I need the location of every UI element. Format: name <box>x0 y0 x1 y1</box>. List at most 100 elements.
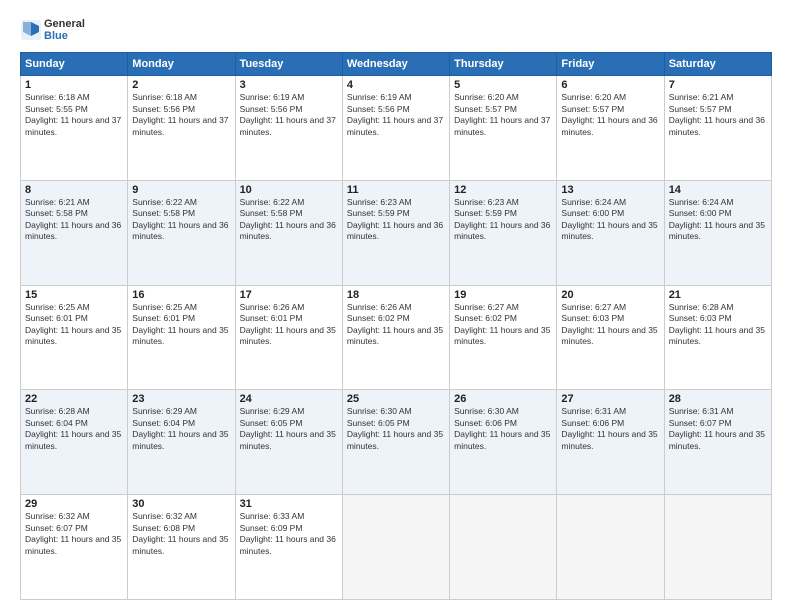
col-header-saturday: Saturday <box>664 53 771 76</box>
calendar-cell: 13Sunrise: 6:24 AMSunset: 6:00 PMDayligh… <box>557 180 664 285</box>
day-info: Sunrise: 6:32 AMSunset: 6:07 PMDaylight:… <box>25 511 123 557</box>
calendar-cell: 1Sunrise: 6:18 AMSunset: 5:55 PMDaylight… <box>21 76 128 181</box>
logo: General Blue <box>20 18 85 42</box>
calendar-table: SundayMondayTuesdayWednesdayThursdayFrid… <box>20 52 772 600</box>
calendar-cell: 21Sunrise: 6:28 AMSunset: 6:03 PMDayligh… <box>664 285 771 390</box>
day-number: 26 <box>454 393 552 405</box>
day-info: Sunrise: 6:26 AMSunset: 6:02 PMDaylight:… <box>347 302 445 348</box>
calendar-cell: 22Sunrise: 6:28 AMSunset: 6:04 PMDayligh… <box>21 390 128 495</box>
calendar-cell: 11Sunrise: 6:23 AMSunset: 5:59 PMDayligh… <box>342 180 449 285</box>
day-info: Sunrise: 6:23 AMSunset: 5:59 PMDaylight:… <box>347 197 445 243</box>
calendar-cell: 2Sunrise: 6:18 AMSunset: 5:56 PMDaylight… <box>128 76 235 181</box>
day-info: Sunrise: 6:32 AMSunset: 6:08 PMDaylight:… <box>132 511 230 557</box>
col-header-tuesday: Tuesday <box>235 53 342 76</box>
calendar-cell <box>557 495 664 600</box>
calendar-cell: 31Sunrise: 6:33 AMSunset: 6:09 PMDayligh… <box>235 495 342 600</box>
day-number: 18 <box>347 289 445 301</box>
calendar-cell: 28Sunrise: 6:31 AMSunset: 6:07 PMDayligh… <box>664 390 771 495</box>
day-info: Sunrise: 6:30 AMSunset: 6:05 PMDaylight:… <box>347 406 445 452</box>
day-number: 3 <box>240 79 338 91</box>
day-number: 19 <box>454 289 552 301</box>
calendar-cell: 9Sunrise: 6:22 AMSunset: 5:58 PMDaylight… <box>128 180 235 285</box>
day-info: Sunrise: 6:24 AMSunset: 6:00 PMDaylight:… <box>669 197 767 243</box>
day-info: Sunrise: 6:22 AMSunset: 5:58 PMDaylight:… <box>240 197 338 243</box>
day-info: Sunrise: 6:22 AMSunset: 5:58 PMDaylight:… <box>132 197 230 243</box>
calendar-cell: 18Sunrise: 6:26 AMSunset: 6:02 PMDayligh… <box>342 285 449 390</box>
calendar-cell: 26Sunrise: 6:30 AMSunset: 6:06 PMDayligh… <box>450 390 557 495</box>
calendar-cell: 15Sunrise: 6:25 AMSunset: 6:01 PMDayligh… <box>21 285 128 390</box>
col-header-friday: Friday <box>557 53 664 76</box>
day-number: 15 <box>25 289 123 301</box>
day-number: 20 <box>561 289 659 301</box>
day-number: 12 <box>454 184 552 196</box>
day-info: Sunrise: 6:23 AMSunset: 5:59 PMDaylight:… <box>454 197 552 243</box>
calendar-cell: 16Sunrise: 6:25 AMSunset: 6:01 PMDayligh… <box>128 285 235 390</box>
day-info: Sunrise: 6:21 AMSunset: 5:57 PMDaylight:… <box>669 92 767 138</box>
day-info: Sunrise: 6:31 AMSunset: 6:06 PMDaylight:… <box>561 406 659 452</box>
day-number: 6 <box>561 79 659 91</box>
col-header-monday: Monday <box>128 53 235 76</box>
col-header-wednesday: Wednesday <box>342 53 449 76</box>
day-info: Sunrise: 6:28 AMSunset: 6:04 PMDaylight:… <box>25 406 123 452</box>
logo-blue: Blue <box>44 30 85 42</box>
day-number: 21 <box>669 289 767 301</box>
calendar-cell: 23Sunrise: 6:29 AMSunset: 6:04 PMDayligh… <box>128 390 235 495</box>
day-info: Sunrise: 6:29 AMSunset: 6:04 PMDaylight:… <box>132 406 230 452</box>
day-number: 16 <box>132 289 230 301</box>
day-number: 30 <box>132 498 230 510</box>
day-info: Sunrise: 6:18 AMSunset: 5:55 PMDaylight:… <box>25 92 123 138</box>
day-number: 31 <box>240 498 338 510</box>
header: General Blue <box>20 18 772 42</box>
day-info: Sunrise: 6:31 AMSunset: 6:07 PMDaylight:… <box>669 406 767 452</box>
day-info: Sunrise: 6:21 AMSunset: 5:58 PMDaylight:… <box>25 197 123 243</box>
calendar-cell: 30Sunrise: 6:32 AMSunset: 6:08 PMDayligh… <box>128 495 235 600</box>
day-number: 29 <box>25 498 123 510</box>
day-number: 17 <box>240 289 338 301</box>
calendar-cell: 25Sunrise: 6:30 AMSunset: 6:05 PMDayligh… <box>342 390 449 495</box>
calendar-cell: 20Sunrise: 6:27 AMSunset: 6:03 PMDayligh… <box>557 285 664 390</box>
day-info: Sunrise: 6:24 AMSunset: 6:00 PMDaylight:… <box>561 197 659 243</box>
day-number: 7 <box>669 79 767 91</box>
calendar-cell <box>664 495 771 600</box>
calendar-cell: 24Sunrise: 6:29 AMSunset: 6:05 PMDayligh… <box>235 390 342 495</box>
calendar-cell: 5Sunrise: 6:20 AMSunset: 5:57 PMDaylight… <box>450 76 557 181</box>
calendar-cell: 3Sunrise: 6:19 AMSunset: 5:56 PMDaylight… <box>235 76 342 181</box>
calendar-cell: 17Sunrise: 6:26 AMSunset: 6:01 PMDayligh… <box>235 285 342 390</box>
calendar-cell: 6Sunrise: 6:20 AMSunset: 5:57 PMDaylight… <box>557 76 664 181</box>
day-info: Sunrise: 6:30 AMSunset: 6:06 PMDaylight:… <box>454 406 552 452</box>
day-info: Sunrise: 6:18 AMSunset: 5:56 PMDaylight:… <box>132 92 230 138</box>
day-number: 23 <box>132 393 230 405</box>
day-number: 11 <box>347 184 445 196</box>
day-number: 28 <box>669 393 767 405</box>
day-info: Sunrise: 6:25 AMSunset: 6:01 PMDaylight:… <box>132 302 230 348</box>
calendar-cell: 14Sunrise: 6:24 AMSunset: 6:00 PMDayligh… <box>664 180 771 285</box>
day-info: Sunrise: 6:19 AMSunset: 5:56 PMDaylight:… <box>347 92 445 138</box>
day-info: Sunrise: 6:19 AMSunset: 5:56 PMDaylight:… <box>240 92 338 138</box>
day-info: Sunrise: 6:33 AMSunset: 6:09 PMDaylight:… <box>240 511 338 557</box>
day-number: 14 <box>669 184 767 196</box>
calendar-cell <box>450 495 557 600</box>
page: General Blue SundayMondayTuesdayWednesda… <box>0 0 792 612</box>
day-info: Sunrise: 6:20 AMSunset: 5:57 PMDaylight:… <box>454 92 552 138</box>
day-number: 4 <box>347 79 445 91</box>
calendar-cell: 19Sunrise: 6:27 AMSunset: 6:02 PMDayligh… <box>450 285 557 390</box>
calendar-cell: 10Sunrise: 6:22 AMSunset: 5:58 PMDayligh… <box>235 180 342 285</box>
calendar-cell: 27Sunrise: 6:31 AMSunset: 6:06 PMDayligh… <box>557 390 664 495</box>
day-number: 2 <box>132 79 230 91</box>
day-number: 10 <box>240 184 338 196</box>
calendar-cell: 29Sunrise: 6:32 AMSunset: 6:07 PMDayligh… <box>21 495 128 600</box>
day-info: Sunrise: 6:25 AMSunset: 6:01 PMDaylight:… <box>25 302 123 348</box>
day-number: 25 <box>347 393 445 405</box>
calendar-cell: 4Sunrise: 6:19 AMSunset: 5:56 PMDaylight… <box>342 76 449 181</box>
day-info: Sunrise: 6:28 AMSunset: 6:03 PMDaylight:… <box>669 302 767 348</box>
day-info: Sunrise: 6:29 AMSunset: 6:05 PMDaylight:… <box>240 406 338 452</box>
day-info: Sunrise: 6:20 AMSunset: 5:57 PMDaylight:… <box>561 92 659 138</box>
day-number: 9 <box>132 184 230 196</box>
calendar-cell: 7Sunrise: 6:21 AMSunset: 5:57 PMDaylight… <box>664 76 771 181</box>
col-header-thursday: Thursday <box>450 53 557 76</box>
col-header-sunday: Sunday <box>21 53 128 76</box>
day-info: Sunrise: 6:27 AMSunset: 6:02 PMDaylight:… <box>454 302 552 348</box>
day-info: Sunrise: 6:26 AMSunset: 6:01 PMDaylight:… <box>240 302 338 348</box>
calendar-cell <box>342 495 449 600</box>
day-number: 13 <box>561 184 659 196</box>
